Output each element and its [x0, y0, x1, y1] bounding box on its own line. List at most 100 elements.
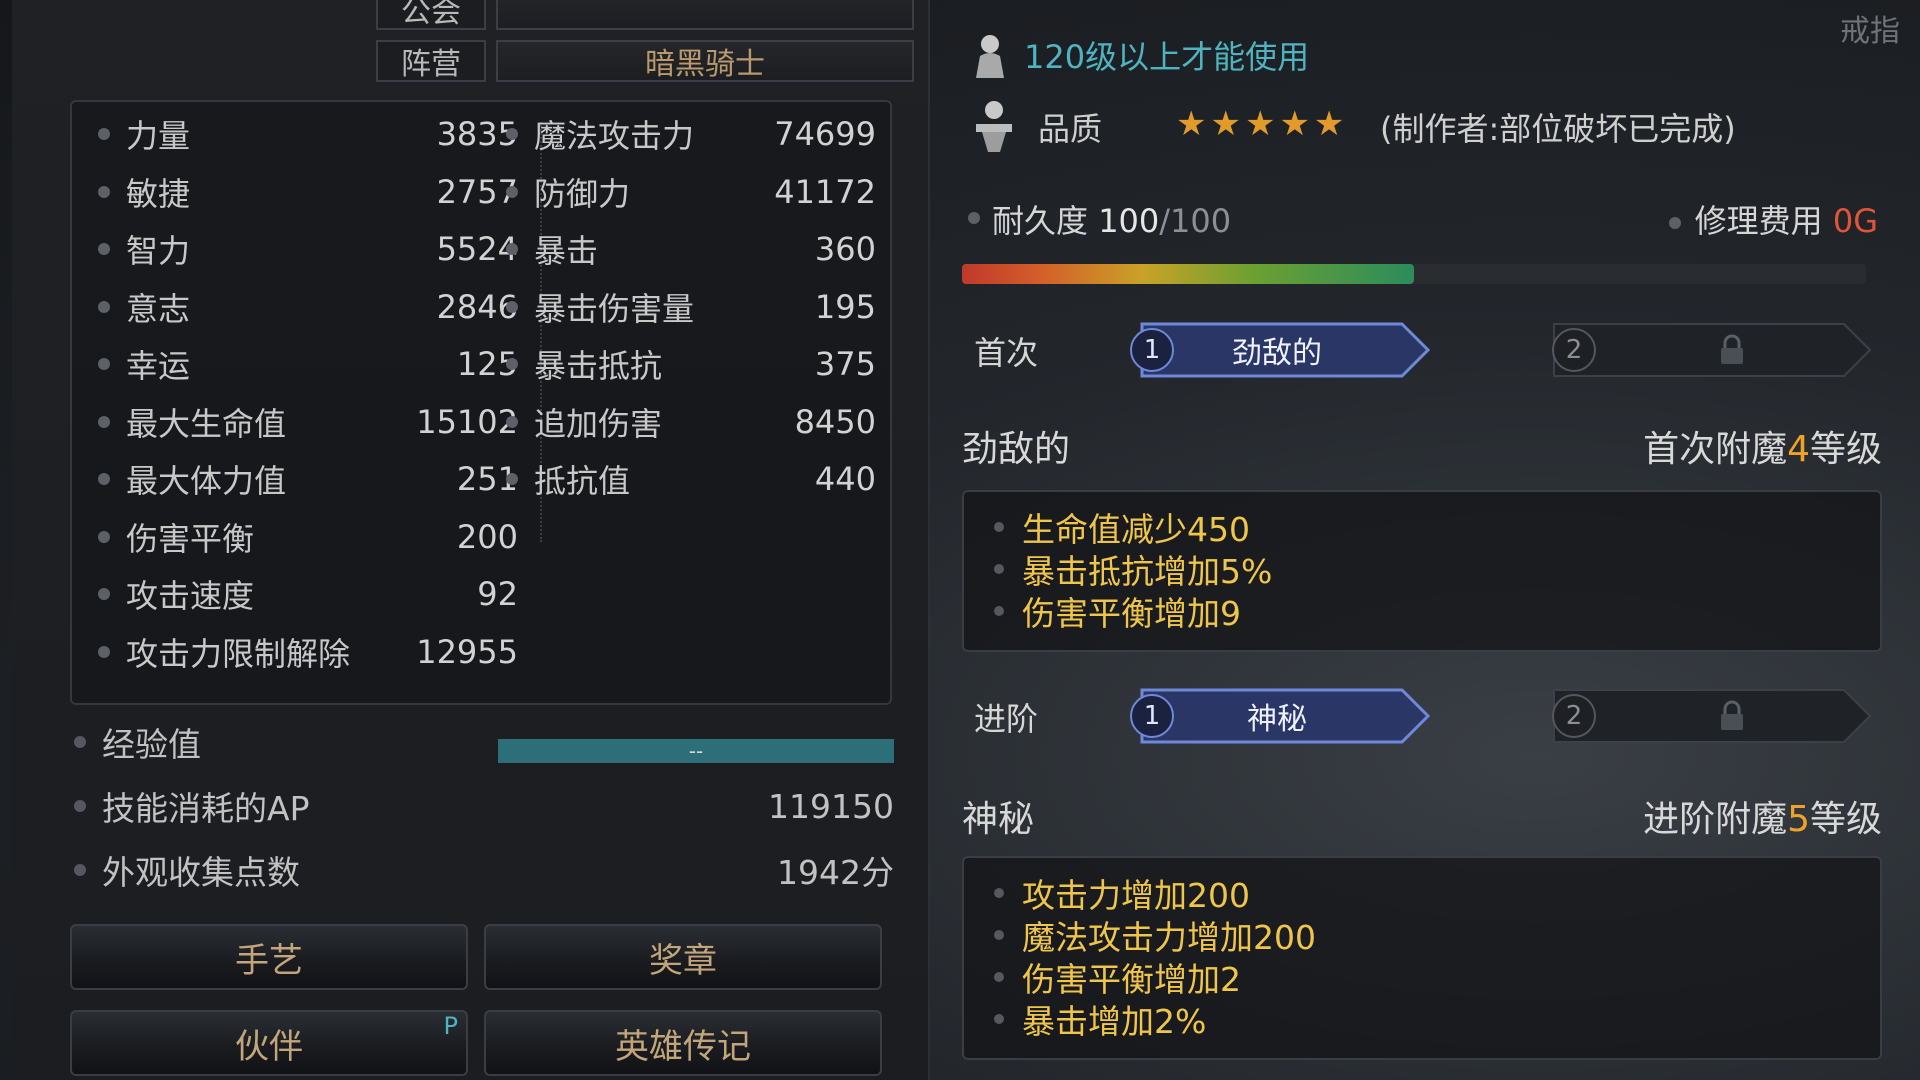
- stat-name: 智力: [126, 232, 191, 270]
- stat-value: 195: [814, 287, 876, 326]
- stat-row: 攻击速度 92: [98, 570, 518, 618]
- anvil-icon: [976, 101, 1012, 152]
- durability-label: 耐久度: [992, 202, 1089, 240]
- tier2-enchant-header: 神秘 进阶附魔5等级: [962, 790, 1882, 840]
- repair-value: 0G: [1832, 202, 1878, 240]
- stat-row: 意志 2846: [98, 283, 518, 331]
- bullet-icon: [506, 300, 518, 313]
- bullet-icon: [98, 588, 110, 600]
- repair-label: 修理费用: [1694, 202, 1823, 240]
- enchant-effect: 生命值减少450: [994, 506, 1880, 549]
- bullet-icon: [98, 300, 110, 313]
- stat-value: 92: [477, 575, 518, 613]
- tier2-slot1[interactable]: 神秘: [1132, 688, 1432, 744]
- medal-button[interactable]: 奖章: [484, 924, 882, 990]
- stat-row: 抵抗值 440: [506, 455, 876, 503]
- stat-row: 暴击 360: [506, 225, 876, 273]
- stat-name: 追加伤害: [534, 404, 663, 443]
- bullet-icon: [506, 185, 518, 198]
- partner-hotkey-badge: P: [443, 1012, 458, 1040]
- stat-name: 防御力: [534, 174, 631, 213]
- guild-value: [496, 0, 914, 30]
- bullet-icon: [506, 473, 518, 485]
- tier2-level-prefix: 进阶附魔: [1643, 799, 1788, 840]
- craft-button[interactable]: 手艺: [70, 924, 468, 990]
- stat-value: 8450: [794, 402, 876, 441]
- bullet-icon: [968, 212, 980, 224]
- guild-label: 公会: [376, 0, 486, 30]
- stat-name: 意志: [126, 289, 191, 328]
- effect-text: 生命值减少450: [1022, 510, 1250, 549]
- hero-chronicle-button[interactable]: 英雄传记: [484, 1010, 882, 1076]
- quality-note: (制作者:部位破坏已完成): [1380, 110, 1736, 148]
- durability-current: 100: [1098, 202, 1160, 240]
- tier1-enchant-level: 首次附魔4等级: [1643, 420, 1882, 472]
- bullet-icon: [994, 522, 1004, 532]
- stat-value: 15102: [416, 402, 518, 441]
- tier2-enchant-level: 进阶附魔5等级: [1643, 790, 1882, 842]
- stat-row: 魔法攻击力 74699: [506, 110, 876, 158]
- stat-name: 幸运: [126, 347, 191, 385]
- enchant-effect: 攻击力增加200: [994, 872, 1880, 915]
- tier2-label: 进阶: [974, 700, 1039, 738]
- tier2-level-number: 5: [1787, 799, 1810, 840]
- stat-value: 440: [814, 460, 876, 498]
- bullet-icon: [994, 972, 1004, 982]
- tier1-slot1-number: 1: [1130, 328, 1174, 372]
- stat-row: 智力 5524: [98, 225, 518, 273]
- bullet-icon: [506, 128, 518, 140]
- bullet-icon: [994, 564, 1004, 574]
- stat-name: 抵抗值: [534, 462, 631, 500]
- enchant-effect: 魔法攻击力增加200: [994, 914, 1880, 957]
- stat-value: 41172: [774, 172, 876, 211]
- stat-name: 攻击力限制解除: [126, 634, 351, 673]
- lock-icon: [1721, 700, 1743, 730]
- stat-row: 防御力 41172: [506, 168, 876, 216]
- bullet-icon: [98, 243, 110, 255]
- quality-stars: ★★★★★: [1176, 104, 1349, 144]
- tier1-effects-box: 生命值减少450 暴击抵抗增加5% 伤害平衡增加9: [962, 490, 1882, 652]
- bullet-icon: [98, 473, 110, 485]
- bullet-icon: [98, 530, 110, 543]
- stat-row: 敏捷 2757: [98, 168, 518, 216]
- tier2-level-suffix: 等级: [1809, 799, 1882, 840]
- stat-name: 最大生命值: [126, 404, 287, 443]
- tier1-slot1-name: 劲敌的: [1232, 336, 1322, 371]
- stat-value: 360: [814, 230, 876, 268]
- durability-row: 耐久度 100/100 修理费用 0G: [968, 196, 1878, 240]
- bullet-icon: [506, 243, 518, 255]
- faction-value: 暗黑骑士: [496, 40, 914, 82]
- enchant-effect: 暴击增加2%: [994, 998, 1880, 1041]
- ap-row: 技能消耗的AP 119150: [74, 780, 894, 832]
- effect-text: 暴击增加2%: [1022, 1002, 1207, 1041]
- appearance-row: 外观收集点数 1942分: [74, 844, 894, 896]
- stat-row: 最大体力值 251: [98, 455, 518, 503]
- tier2-enchant-title: 神秘: [962, 799, 1035, 840]
- level-requirement: 120级以上才能使用: [1024, 38, 1310, 76]
- tier1-level-prefix: 首次附魔: [1643, 429, 1788, 470]
- tier1-enchant-header: 劲敌的 首次附魔4等级: [962, 420, 1882, 470]
- tier2-slot1-name: 神秘: [1247, 702, 1307, 737]
- stat-name: 最大体力值: [126, 462, 287, 500]
- bullet-icon: [994, 930, 1004, 940]
- bullet-icon: [506, 415, 518, 428]
- tier1-slot2-number: 2: [1552, 328, 1596, 372]
- durability-text: 耐久度 100/100: [992, 196, 1231, 242]
- partner-label: 伙伴: [235, 1026, 303, 1067]
- enchant-effect: 伤害平衡增加9: [994, 590, 1880, 633]
- stat-name: 攻击速度: [126, 577, 255, 615]
- tier1-slot1[interactable]: 劲敌的: [1132, 322, 1432, 378]
- tier1-level-suffix: 等级: [1809, 429, 1882, 470]
- stat-name: 暴击: [534, 232, 599, 270]
- bullet-icon: [1668, 217, 1681, 229]
- bullet-icon: [506, 358, 518, 370]
- tier1-level-number: 4: [1787, 429, 1810, 470]
- enchant-effect: 暴击抵抗增加5%: [994, 548, 1880, 591]
- appearance-value: 1942分: [777, 853, 894, 892]
- item-type-label: 戒指: [1840, 14, 1900, 49]
- tier1-row: 首次 劲敌的 1 2: [952, 318, 1882, 378]
- bullet-icon: [74, 800, 86, 812]
- bullet-icon: [74, 736, 86, 748]
- appearance-label: 外观收集点数: [102, 853, 300, 892]
- partner-button[interactable]: 伙伴 P: [70, 1010, 468, 1076]
